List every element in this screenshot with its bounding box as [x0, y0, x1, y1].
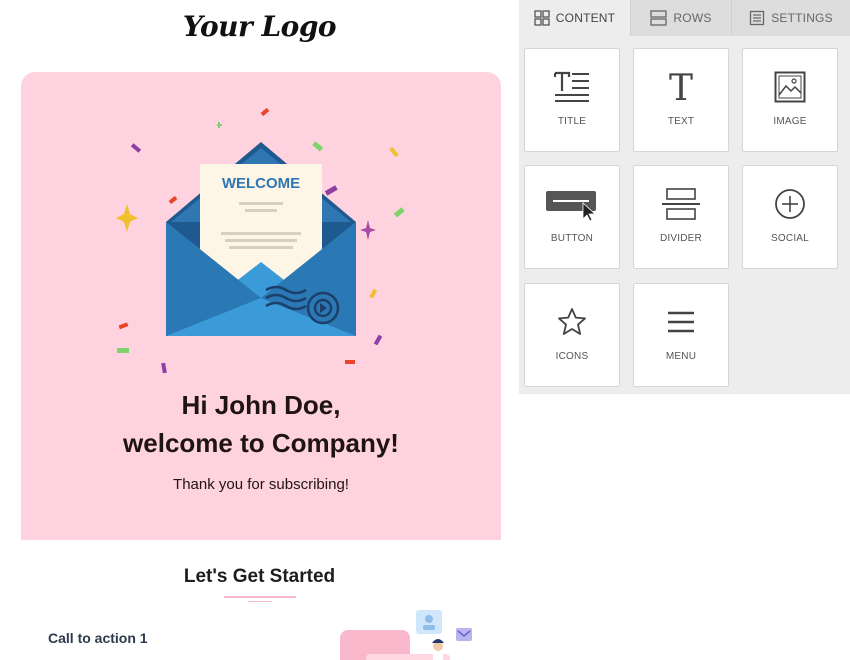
- app-root: Your Logo WELCOME Hi John Doe, welcome t…: [0, 0, 850, 660]
- image-icon: [774, 71, 806, 103]
- tile-image[interactable]: IMAGE: [742, 48, 838, 152]
- tile-divider[interactable]: DIVIDER: [633, 165, 729, 269]
- welcome-heading: welcome to Company!: [123, 428, 399, 458]
- tab-content-label: CONTENT: [555, 11, 616, 25]
- tab-content[interactable]: CONTENT: [519, 0, 631, 36]
- tab-rows[interactable]: ROWS: [631, 0, 732, 36]
- section-title: Let's Get Started: [183, 566, 336, 587]
- hero-block[interactable]: WELCOME Hi John Doe, welcome to Company!…: [21, 72, 501, 540]
- tile-icons[interactable]: ICONS: [524, 283, 620, 387]
- tile-button[interactable]: BUTTON: [524, 165, 620, 269]
- tile-icons-label: ICONS: [555, 351, 589, 362]
- section-divider-small: [248, 601, 272, 602]
- tile-image-label: IMAGE: [773, 116, 807, 127]
- social-plus-icon: [775, 189, 805, 219]
- tile-title[interactable]: TITLE: [524, 48, 620, 152]
- title-icon: [554, 71, 589, 102]
- star-icon: [558, 308, 586, 335]
- tile-menu[interactable]: MENU: [633, 283, 729, 387]
- section-divider: [224, 596, 296, 598]
- tile-divider-label: DIVIDER: [660, 233, 702, 244]
- button-icon: [546, 191, 597, 221]
- greeting-heading: Hi John Doe,: [181, 390, 341, 420]
- cta-illustration: [340, 610, 472, 660]
- panel-tabs: CONTENT ROWS SETTINGS: [519, 0, 850, 36]
- subscribe-text: Thank you for subscribing!: [173, 476, 349, 493]
- hamburger-icon: [668, 311, 694, 333]
- email-preview: Your Logo WELCOME Hi John Doe, welcome t…: [0, 0, 519, 660]
- rows-icon: [650, 10, 668, 26]
- tile-menu-label: MENU: [665, 351, 697, 362]
- tab-rows-label: ROWS: [673, 11, 712, 25]
- tile-title-label: TITLE: [557, 116, 587, 127]
- envelope-illustration: WELCOME: [116, 107, 405, 374]
- svg-text:T: T: [669, 71, 693, 103]
- letter-welcome-text: WELCOME: [222, 175, 300, 192]
- grid-icon: [534, 10, 550, 26]
- settings-doc-icon: [750, 10, 765, 26]
- brand-logo[interactable]: Your Logo: [0, 10, 519, 43]
- builder-panel: CONTENT ROWS SETTINGS TITLE T TEXT IMAGE…: [519, 0, 850, 394]
- tile-button-label: BUTTON: [550, 233, 594, 244]
- tab-settings[interactable]: SETTINGS: [732, 0, 850, 36]
- tile-text[interactable]: T TEXT: [633, 48, 729, 152]
- cta-title: Call to action 1: [48, 630, 148, 646]
- tile-text-label: TEXT: [667, 116, 695, 127]
- text-icon: T: [669, 71, 693, 103]
- tile-social-label: SOCIAL: [771, 233, 809, 244]
- tile-social[interactable]: SOCIAL: [742, 165, 838, 269]
- tab-settings-label: SETTINGS: [771, 11, 833, 25]
- divider-icon: [662, 188, 700, 220]
